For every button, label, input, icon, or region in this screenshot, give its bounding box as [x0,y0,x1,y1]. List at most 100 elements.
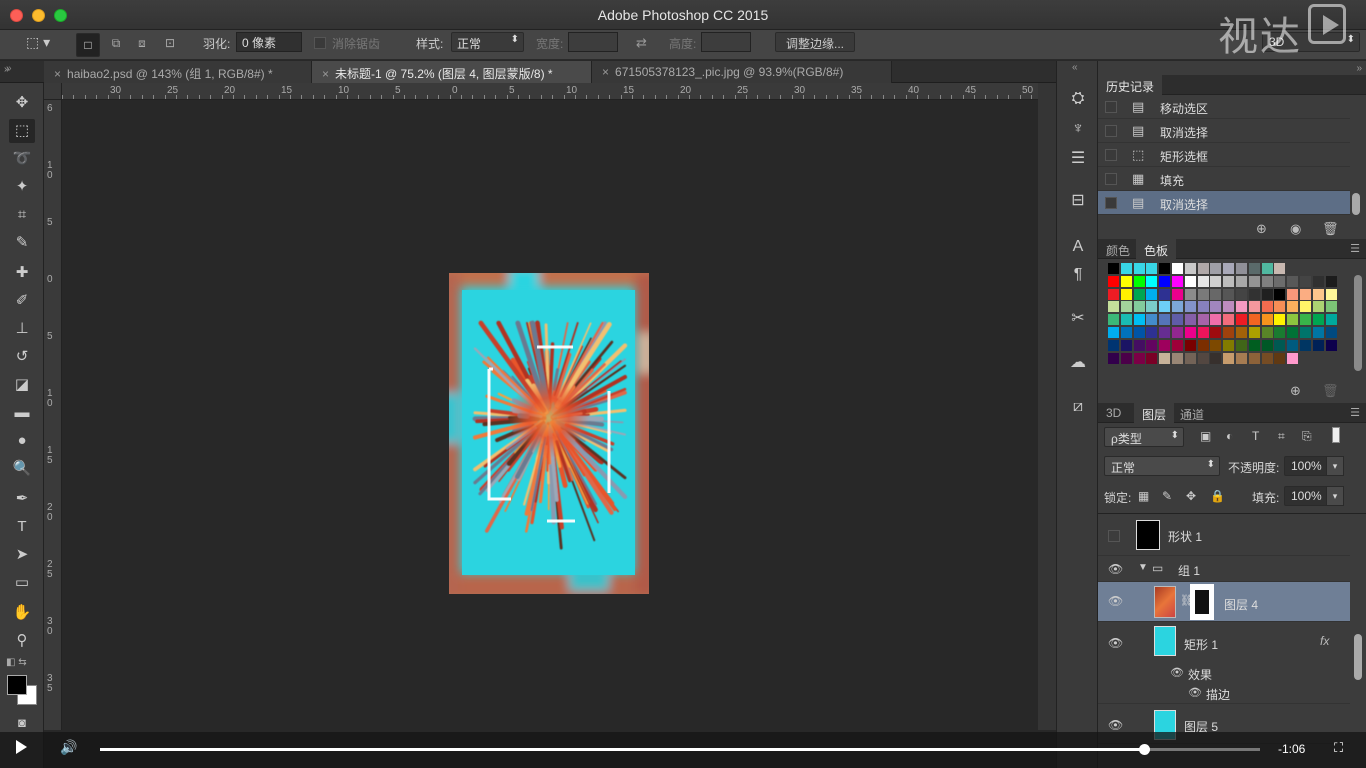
brush-tool-icon[interactable]: ✐ [9,289,35,313]
close-tab-icon[interactable]: × [54,67,61,81]
swap-icon[interactable]: ⇄ [636,35,647,53]
color-swatch[interactable] [1146,327,1158,338]
history-snapshot-checkbox[interactable] [1105,125,1117,137]
color-swatch[interactable] [1261,275,1273,287]
color-swatch[interactable] [1184,263,1196,274]
color-swatch[interactable] [1172,339,1183,351]
history-item[interactable]: ▦ 填充 [1098,167,1350,191]
filter-toggle-icon[interactable] [1332,427,1340,443]
color-swatch[interactable] [1300,275,1311,287]
panel-menu-icon[interactable]: ☰ [1350,406,1360,419]
tab-channels[interactable]: 通道 [1172,403,1212,423]
color-swatch[interactable] [1133,275,1145,287]
color-swatch[interactable] [1120,352,1132,364]
panel-menu-icon[interactable]: ☰ [1350,242,1360,255]
stroke-eye-icon[interactable]: 👁 [1188,686,1202,699]
color-swatch[interactable] [1159,288,1171,300]
swatch-grid[interactable] [1098,261,1358,375]
color-swatch[interactable] [1312,288,1324,300]
magic-wand-tool-icon[interactable]: ✦ [9,175,35,199]
filter-type-icon[interactable]: T [1252,429,1259,443]
feather-input[interactable]: 0 像素 [236,32,302,52]
color-swatch[interactable] [1325,301,1337,313]
color-swatch[interactable] [1133,301,1145,313]
move-tool-icon[interactable]: ✥ [9,91,35,115]
color-swatch[interactable] [1133,314,1145,326]
color-swatch[interactable] [1146,275,1158,287]
color-swatch[interactable] [1248,301,1260,313]
color-swatch[interactable] [1108,327,1119,338]
color-swatch[interactable] [1159,352,1171,364]
color-swatch[interactable] [1236,288,1247,300]
healing-brush-tool-icon[interactable]: ✚ [9,261,35,285]
lasso-tool-icon[interactable]: ➰ [9,147,35,171]
color-swatch[interactable] [1274,339,1286,351]
pen-tool-icon[interactable]: ✒ [9,487,35,511]
layer-filter-select[interactable]: ρ类型 ⬍ [1104,427,1184,447]
color-swatch[interactable] [1210,275,1222,287]
lock-all-icon[interactable]: 🔒 [1210,489,1225,503]
layer-row-selected[interactable]: 👁 ⛓ 图层 4 [1098,582,1350,622]
color-swatch[interactable] [1210,263,1222,274]
color-swatch[interactable] [1287,314,1299,326]
type-tool-icon[interactable]: T [9,515,35,539]
color-swatch[interactable] [1210,288,1222,300]
color-swatch[interactable] [1133,327,1145,338]
close-tab-icon[interactable]: × [602,65,609,79]
history-snapshot-checkbox[interactable] [1105,149,1117,161]
tab-color[interactable]: 颜色 [1098,239,1138,259]
color-swatch[interactable] [1312,339,1324,351]
paths-panel-icon[interactable]: ⧄ [1065,395,1091,419]
color-swatch[interactable] [1184,314,1196,326]
color-swatch[interactable] [1274,263,1286,274]
color-swatch[interactable] [1312,301,1324,313]
color-swatch[interactable] [1172,301,1183,313]
brush-presets-panel-icon[interactable]: ⊟ [1065,189,1091,213]
history-snapshot-checkbox[interactable] [1105,173,1117,185]
delete-swatch-icon[interactable]: 🗑 [1322,383,1339,399]
color-swatch[interactable] [1261,288,1273,300]
blend-mode-select[interactable]: 正常 ⬍ [1104,456,1220,476]
snapshot-camera-icon[interactable]: ◉ [1290,221,1301,237]
lock-image-icon[interactable]: ✎ [1162,489,1172,503]
color-swatch[interactable] [1223,301,1235,313]
layer-row[interactable]: 形状 1 [1098,514,1350,556]
color-swatch[interactable] [1120,339,1132,351]
document-tab[interactable]: × 671505378123_.pic.jpg @ 93.9%(RGB/8#) [592,61,892,83]
filter-shape-icon[interactable]: ⌗ [1278,429,1285,444]
color-swatch[interactable] [1274,327,1286,338]
path-selection-tool-icon[interactable]: ➤ [9,543,35,567]
color-swatch[interactable] [1236,327,1247,338]
color-swatch[interactable] [1184,288,1196,300]
color-swatch[interactable] [1223,327,1235,338]
color-swatch[interactable] [1312,327,1324,338]
color-swatch[interactable] [1146,288,1158,300]
panels-collapse-icon[interactable]: » [1356,63,1362,74]
dodge-tool-icon[interactable]: 🔍 [9,457,35,481]
layer-mask-thumbnail[interactable] [1190,584,1214,620]
adjustments-panel-icon[interactable]: ♆ [1065,117,1091,141]
color-swatch[interactable] [1108,263,1119,274]
color-swatch[interactable] [1236,314,1247,326]
color-swatch[interactable] [1159,339,1171,351]
color-swatch[interactable] [1236,352,1247,364]
color-swatch[interactable] [1300,327,1311,338]
color-swatch[interactable] [1210,352,1222,364]
color-swatch[interactable] [1108,288,1119,300]
properties-panel-icon[interactable]: ☰ [1065,147,1091,171]
color-swatch[interactable] [1223,288,1235,300]
gradient-tool-icon[interactable]: ▬ [9,401,35,425]
history-item[interactable]: ▤ 移动选区 [1098,95,1350,119]
color-swatch[interactable] [1210,314,1222,326]
color-swatch[interactable] [1197,314,1209,326]
visibility-eye-icon[interactable]: 👁 [1108,562,1123,576]
color-swatch[interactable] [1146,263,1158,274]
color-swatch[interactable] [1120,327,1132,338]
color-swatch[interactable] [1159,314,1171,326]
color-swatch[interactable] [1300,301,1311,313]
hand-tool-icon[interactable]: ✋ [9,601,35,625]
new-swatch-icon[interactable]: ⊕ [1290,383,1301,399]
color-swatch[interactable] [1172,288,1183,300]
color-swatch[interactable] [1197,301,1209,313]
history-snapshot-checkbox[interactable] [1105,197,1117,209]
